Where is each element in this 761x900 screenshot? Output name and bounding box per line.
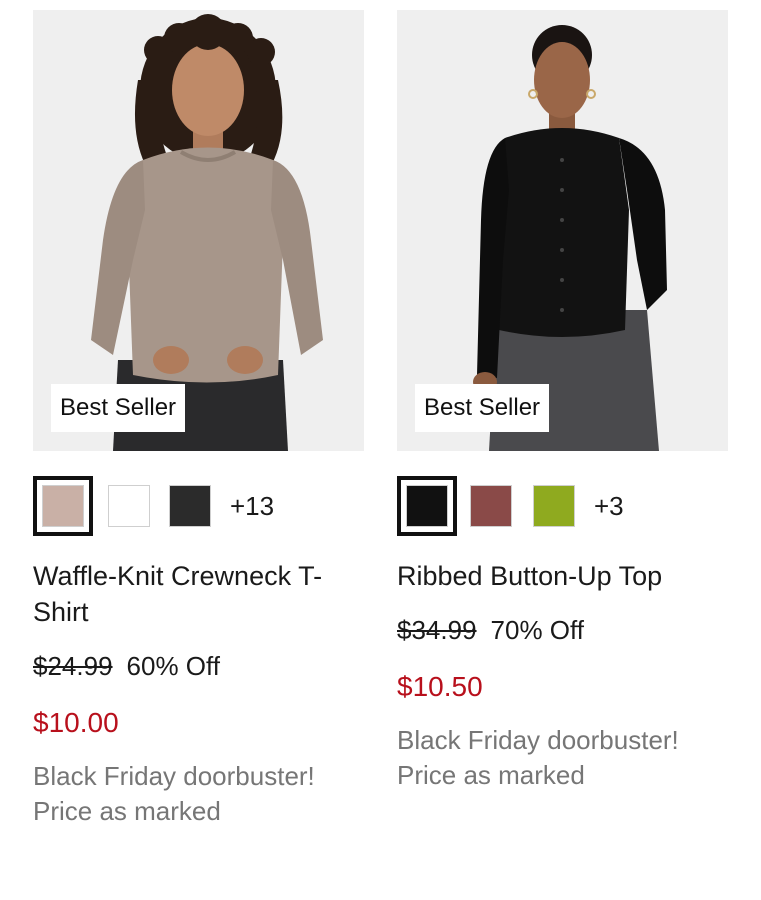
swatch-taupe[interactable] — [33, 476, 93, 536]
swatch-burgundy[interactable] — [461, 476, 521, 536]
price-row: $34.99 70% Off — [397, 612, 728, 648]
swatch-chip — [470, 485, 512, 527]
product-card[interactable]: Best Seller +3 Ribbed Button-Up Top $34.… — [397, 10, 728, 793]
swatch-chip — [42, 485, 84, 527]
sale-price: $10.00 — [33, 707, 119, 738]
original-price: $24.99 — [33, 651, 113, 681]
swatch-chip — [169, 485, 211, 527]
best-seller-badge: Best Seller — [51, 384, 186, 432]
discount-label: 60% Off — [126, 651, 220, 681]
swatch-chip — [533, 485, 575, 527]
swatch-white[interactable] — [99, 476, 159, 536]
product-image[interactable]: Best Seller — [397, 10, 728, 451]
product-image[interactable]: Best Seller — [33, 10, 364, 451]
more-colors-link[interactable]: +13 — [230, 476, 274, 536]
price-row: $24.99 60% Off — [33, 648, 364, 684]
sale-price: $10.50 — [397, 671, 483, 702]
discount-label: 70% Off — [490, 615, 584, 645]
original-price: $34.99 — [397, 615, 477, 645]
product-name[interactable]: Waffle-Knit Crewneck T-Shirt — [33, 558, 364, 630]
color-swatches: +3 — [397, 476, 728, 536]
more-colors-link[interactable]: +3 — [594, 476, 624, 536]
swatch-chip — [108, 485, 150, 527]
best-seller-badge: Best Seller — [415, 384, 550, 432]
product-card[interactable]: Best Seller +13 Waffle-Knit Crewneck T-S… — [33, 10, 364, 829]
swatch-black[interactable] — [397, 476, 457, 536]
swatch-green[interactable] — [524, 476, 584, 536]
color-swatches: +13 — [33, 476, 364, 536]
promo-text: Black Friday doorbuster! Price as marked — [33, 761, 315, 826]
product-name[interactable]: Ribbed Button-Up Top — [397, 558, 728, 594]
swatch-black[interactable] — [160, 476, 220, 536]
promo-text: Black Friday doorbuster! Price as marked — [397, 725, 679, 790]
swatch-chip — [406, 485, 448, 527]
